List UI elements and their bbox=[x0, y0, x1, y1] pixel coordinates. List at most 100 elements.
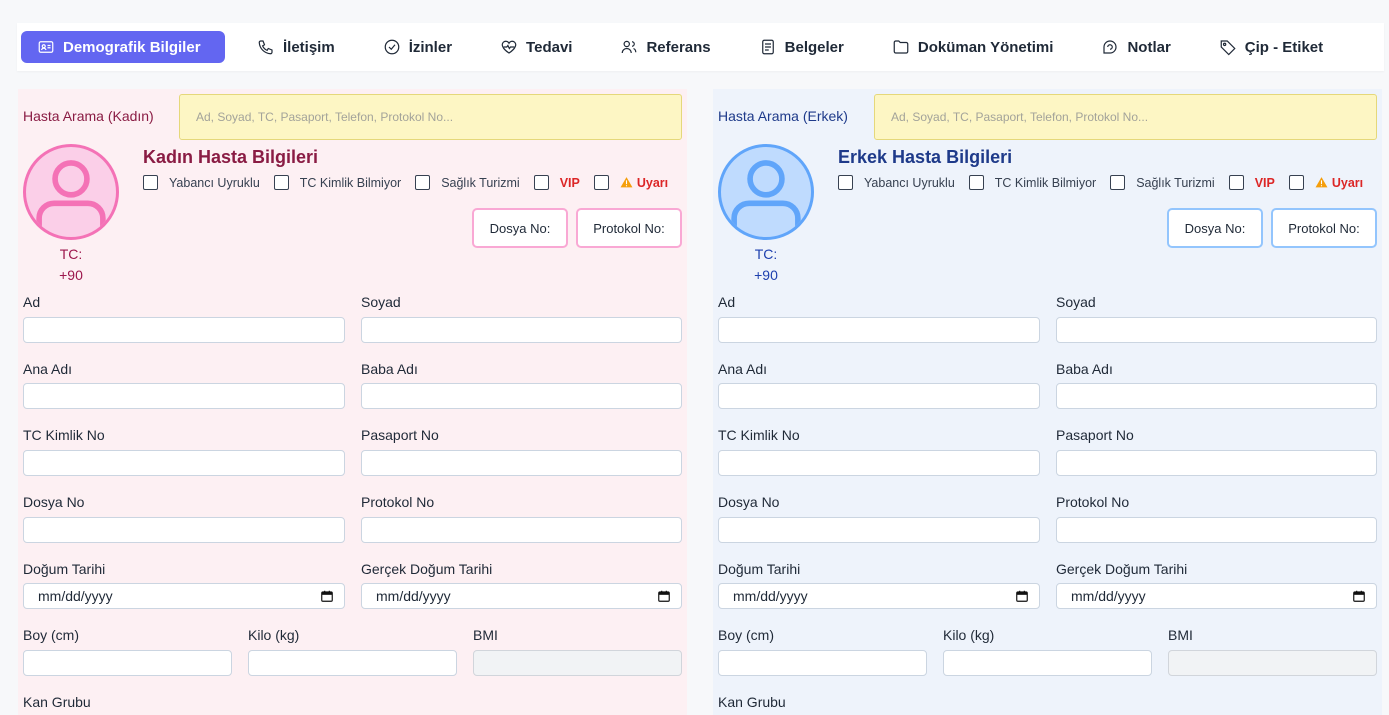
female-avatar bbox=[23, 144, 119, 240]
mother-name-input[interactable] bbox=[718, 383, 1040, 409]
phone-icon bbox=[258, 40, 273, 55]
tab-label: Doküman Yönetimi bbox=[917, 38, 1054, 56]
file-no-input[interactable] bbox=[718, 517, 1040, 543]
calendar-icon[interactable] bbox=[1015, 589, 1029, 603]
birth-date-label: Doğum Tarihi bbox=[23, 561, 106, 577]
female-protocol-no-box: Protokol No: bbox=[576, 208, 682, 248]
document-icon bbox=[761, 39, 774, 55]
mother-name-input[interactable] bbox=[23, 383, 345, 409]
height-input[interactable] bbox=[718, 650, 927, 676]
calendar-icon[interactable] bbox=[657, 589, 671, 603]
height-input[interactable] bbox=[23, 650, 232, 676]
tab-chip-tag[interactable]: Çip - Etiket bbox=[1219, 31, 1323, 63]
bmi-label: BMI bbox=[473, 627, 498, 643]
weight-input[interactable] bbox=[248, 650, 457, 676]
file-no-label: Dosya No bbox=[23, 494, 85, 510]
no-tc-checkbox[interactable] bbox=[968, 175, 984, 190]
tab-treatment[interactable]: Tedavi bbox=[500, 31, 572, 63]
tab-label: Belgeler bbox=[784, 38, 844, 56]
vip-checkbox[interactable] bbox=[1228, 175, 1244, 190]
father-name-label: Baba Adı bbox=[361, 361, 418, 377]
weight-input[interactable] bbox=[943, 650, 1152, 676]
protocol-no-label: Protokol No bbox=[361, 494, 435, 510]
warning-icon bbox=[620, 177, 633, 188]
surname-input[interactable] bbox=[1056, 317, 1377, 343]
male-phone-prefix: +90 bbox=[754, 267, 778, 283]
female-search-input[interactable] bbox=[179, 94, 682, 140]
no-tc-checkbox[interactable] bbox=[273, 175, 289, 190]
blood-group-label: Kan Grubu bbox=[23, 694, 91, 710]
vip-checkbox[interactable] bbox=[533, 175, 549, 190]
no-tc-label: TC Kimlik Bilmiyor bbox=[299, 175, 402, 190]
date-placeholder: mm/dd/yyyy bbox=[38, 588, 113, 604]
weight-label: Kilo (kg) bbox=[248, 627, 300, 643]
folder-icon bbox=[893, 40, 909, 54]
tab-label: Notlar bbox=[1127, 38, 1171, 56]
sticky-note-icon bbox=[1103, 40, 1118, 54]
female-tc: TC: bbox=[59, 246, 83, 262]
height-label: Boy (cm) bbox=[718, 627, 774, 643]
tc-no-label: TC Kimlik No bbox=[23, 427, 105, 443]
passport-no-label: Pasaport No bbox=[1056, 427, 1134, 443]
tc-no-input[interactable] bbox=[23, 450, 345, 476]
male-search-label: Hasta Arama (Erkek) bbox=[718, 108, 848, 124]
tc-no-input[interactable] bbox=[718, 450, 1040, 476]
health-tourism-checkbox[interactable] bbox=[415, 175, 431, 190]
users-icon bbox=[622, 40, 637, 54]
foreign-checkbox[interactable] bbox=[838, 175, 853, 190]
tag-icon bbox=[1220, 40, 1236, 56]
father-name-input[interactable] bbox=[1056, 383, 1377, 409]
warning-checkbox[interactable] bbox=[1288, 175, 1304, 190]
female-file-no-box: Dosya No: bbox=[472, 208, 568, 248]
protocol-no-input[interactable] bbox=[361, 517, 682, 543]
real-birth-date-input[interactable]: mm/dd/yyyy bbox=[361, 583, 682, 609]
male-patient-panel: Hasta Arama (Erkek) TC: +90 Erkek Hasta … bbox=[713, 89, 1382, 715]
passport-no-input[interactable] bbox=[1056, 450, 1377, 476]
calendar-icon[interactable] bbox=[1352, 589, 1366, 603]
male-checkboxes: Yabancı Uyruklu TC Kimlik Bilmiyor Sağlı… bbox=[838, 175, 1363, 190]
real-birth-date-input[interactable]: mm/dd/yyyy bbox=[1056, 583, 1377, 609]
protocol-no-input[interactable] bbox=[1056, 517, 1377, 543]
surname-input[interactable] bbox=[361, 317, 682, 343]
passport-no-label: Pasaport No bbox=[361, 427, 439, 443]
female-search-label: Hasta Arama (Kadın) bbox=[23, 108, 154, 124]
file-no-input[interactable] bbox=[23, 517, 345, 543]
name-input[interactable] bbox=[23, 317, 345, 343]
tab-notes[interactable]: Notlar bbox=[1101, 31, 1171, 63]
tab-reference[interactable]: Referans bbox=[620, 31, 711, 63]
male-protocol-no-box: Protokol No: bbox=[1271, 208, 1377, 248]
warning-label: Uyarı bbox=[1315, 176, 1363, 190]
tab-document-management[interactable]: Doküman Yönetimi bbox=[892, 31, 1054, 63]
female-user-icon bbox=[36, 160, 106, 237]
tab-label: Çip - Etiket bbox=[1244, 38, 1324, 56]
male-tc: TC: bbox=[754, 246, 778, 262]
bmi-output bbox=[1168, 650, 1377, 676]
male-avatar bbox=[718, 144, 814, 240]
passport-no-input[interactable] bbox=[361, 450, 682, 476]
tab-label: İletişim bbox=[283, 38, 335, 56]
father-name-label: Baba Adı bbox=[1056, 361, 1113, 377]
check-circle-icon bbox=[384, 39, 400, 55]
vip-label: VIP bbox=[559, 175, 580, 190]
warning-checkbox[interactable] bbox=[593, 175, 609, 190]
tab-permissions[interactable]: İzinler bbox=[383, 31, 452, 63]
real-birth-date-label: Gerçek Doğum Tarihi bbox=[1056, 561, 1188, 577]
warning-text: Uyarı bbox=[636, 175, 669, 190]
father-name-input[interactable] bbox=[361, 383, 682, 409]
tab-documents[interactable]: Belgeler bbox=[759, 31, 844, 63]
heart-pulse-icon bbox=[501, 40, 517, 54]
calendar-icon[interactable] bbox=[320, 589, 334, 603]
tab-contact[interactable]: İletişim bbox=[257, 31, 335, 63]
birth-date-input[interactable]: mm/dd/yyyy bbox=[718, 583, 1040, 609]
foreign-checkbox[interactable] bbox=[143, 175, 158, 190]
birth-date-input[interactable]: mm/dd/yyyy bbox=[23, 583, 345, 609]
tab-label: Demografik Bilgiler bbox=[63, 38, 201, 56]
name-label: Ad bbox=[23, 294, 41, 310]
blood-group-label: Kan Grubu bbox=[718, 694, 786, 710]
female-panel-title: Kadın Hasta Bilgileri bbox=[143, 147, 319, 167]
tab-demographics[interactable]: Demografik Bilgiler bbox=[21, 31, 225, 63]
warning-label: Uyarı bbox=[620, 176, 668, 190]
name-input[interactable] bbox=[718, 317, 1040, 343]
health-tourism-checkbox[interactable] bbox=[1110, 175, 1126, 190]
male-search-input[interactable] bbox=[874, 94, 1377, 140]
